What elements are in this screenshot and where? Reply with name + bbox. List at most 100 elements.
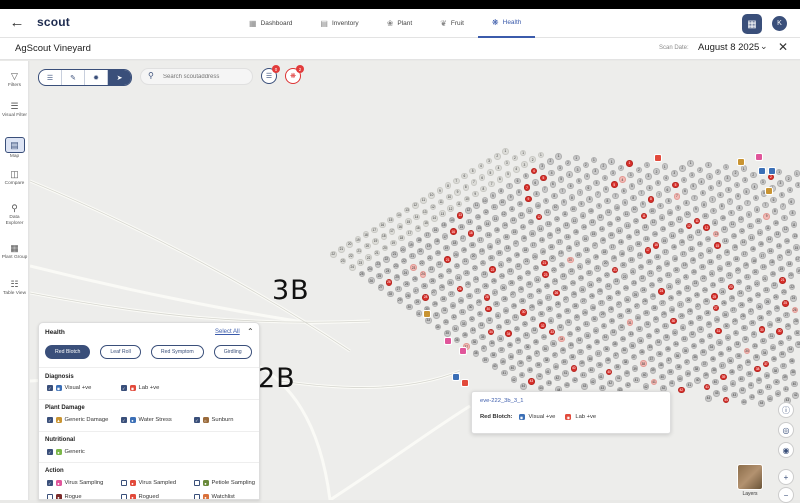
vine-dot[interactable]: 40 <box>492 363 499 370</box>
vine-dot[interactable]: 36 <box>674 352 681 359</box>
vine-dot[interactable]: 28 <box>572 303 579 310</box>
checkbox[interactable]: ✓ <box>47 385 53 391</box>
vine-dot[interactable]: 23 <box>446 268 453 275</box>
sidebar-item-visual-filter[interactable]: ☰Visual Filter <box>0 101 29 119</box>
vine-dot[interactable]: 22 <box>718 277 725 284</box>
vine-dot[interactable]: 19 <box>408 241 415 248</box>
vine-dot[interactable]: 22 <box>515 263 522 270</box>
vine-dot[interactable]: 16 <box>564 234 571 241</box>
vine-dot[interactable]: 26 <box>642 298 649 305</box>
vine-dot[interactable]: 34 <box>673 341 680 348</box>
vine-dot[interactable]: 28 <box>722 311 729 318</box>
vine-dot[interactable]: 26 <box>685 297 692 304</box>
vine-dot[interactable]: 28 <box>555 301 562 308</box>
vine-dot[interactable]: 30 <box>538 311 545 318</box>
vine-dot[interactable]: 6 <box>479 174 486 181</box>
vine-dot[interactable]: 29 <box>678 313 685 320</box>
vine-dot[interactable]: 31 <box>662 323 669 330</box>
vine-dot[interactable]: 12 <box>554 216 561 223</box>
vine-dot[interactable]: 30 <box>591 316 598 323</box>
vine-dot[interactable]: 22 <box>551 267 558 274</box>
vine-dot[interactable]: 23 <box>763 287 770 294</box>
vine-dot[interactable]: 16 <box>468 230 475 237</box>
vine-dot[interactable]: 15 <box>573 229 580 236</box>
vine-dot[interactable]: 33 <box>795 341 800 348</box>
vine-dot[interactable]: 20 <box>620 262 627 269</box>
vine-dot[interactable]: 24 <box>517 275 524 282</box>
vine-dot[interactable]: 34 <box>576 337 583 344</box>
vine-dot[interactable]: 5 <box>523 173 530 180</box>
vine-dot[interactable]: 3 <box>504 160 511 167</box>
vine-dot[interactable]: 37 <box>595 350 602 357</box>
vine-dot[interactable]: 1 <box>705 162 712 169</box>
vine-dot[interactable]: 19 <box>558 250 565 257</box>
vine-dot[interactable]: 17 <box>495 238 502 245</box>
vine-dot[interactable]: 28 <box>537 299 544 306</box>
vine-dot[interactable]: 19 <box>628 257 635 264</box>
vine-dot[interactable]: 34 <box>452 325 459 332</box>
vine-dot[interactable]: 22 <box>639 275 646 282</box>
vine-dot[interactable]: 18 <box>601 249 608 256</box>
vine-dot[interactable]: 32 <box>654 328 661 335</box>
vine-dot[interactable]: 31 <box>416 310 423 317</box>
vine-dot[interactable]: 29 <box>599 311 606 318</box>
close-icon[interactable]: ✕ <box>778 40 788 54</box>
vine-dot[interactable]: 8 <box>586 196 593 203</box>
vine-dot[interactable]: 13 <box>404 207 411 214</box>
vine-dot[interactable]: 23 <box>393 263 400 270</box>
vine-dot[interactable]: 29 <box>458 297 465 304</box>
option-sunburn[interactable]: ✓ ☼ Sunburn <box>194 417 233 423</box>
vine-dot[interactable]: 42 <box>607 380 614 387</box>
vine-dot[interactable]: 30 <box>467 304 474 311</box>
vine-dot[interactable]: 13 <box>695 229 702 236</box>
vine-dot[interactable]: 14 <box>555 227 562 234</box>
vine-dot[interactable]: 17 <box>741 251 748 258</box>
vine-dot[interactable]: 11 <box>491 204 498 211</box>
vine-dot[interactable]: 29 <box>397 297 404 304</box>
vine-dot[interactable]: 29 <box>643 310 650 317</box>
sidebar-item-plant-group[interactable]: ▦Plant Group <box>0 243 29 261</box>
vine-dot[interactable]: 15 <box>405 218 412 225</box>
chip-red-symptom[interactable]: Red Symptom <box>151 345 204 359</box>
vine-dot[interactable]: 27 <box>783 312 790 319</box>
vine-dot[interactable]: 27 <box>492 289 499 296</box>
vine-dot[interactable]: 2 <box>565 160 572 167</box>
chevron-up-icon[interactable]: ⌃ <box>247 327 254 336</box>
vine-dot[interactable]: 14 <box>537 225 544 232</box>
vine-dot[interactable]: 4 <box>619 176 626 183</box>
vine-dot[interactable]: 36 <box>454 337 461 344</box>
vine-dot[interactable]: 1 <box>608 158 615 165</box>
vine-dot[interactable]: 30 <box>635 314 642 321</box>
chip-leaf-roll[interactable]: Leaf Roll <box>100 345 140 359</box>
vine-dot[interactable]: 30 <box>741 325 748 332</box>
vine-dot[interactable]: 22 <box>472 265 479 272</box>
vine-dot[interactable]: 23 <box>357 259 364 266</box>
vine-dot[interactable]: 38 <box>640 360 647 367</box>
vine-dot[interactable]: 20 <box>549 255 556 262</box>
sidebar-item-table-view[interactable]: ☷Table View <box>0 279 29 297</box>
vine-dot[interactable]: 3 <box>760 179 767 186</box>
vine-dot[interactable]: 37 <box>498 347 505 354</box>
vine-dot[interactable]: 25 <box>650 293 657 300</box>
vine-dot[interactable]: 31 <box>644 321 651 328</box>
vine-dot[interactable]: 32 <box>593 327 600 334</box>
vine-dot[interactable]: 35 <box>735 353 742 360</box>
vine-dot[interactable]: 29 <box>511 303 518 310</box>
vine-dot[interactable]: 33 <box>496 324 503 331</box>
vine-dot[interactable]: 41 <box>598 373 605 380</box>
vine-dot[interactable]: 19 <box>611 255 618 262</box>
vine-dot[interactable]: 7 <box>656 191 663 198</box>
vine-dot[interactable]: 31 <box>512 314 519 321</box>
vine-dot[interactable]: 13 <box>439 210 446 217</box>
vine-dot[interactable]: 33 <box>716 339 723 346</box>
vine-dot[interactable]: 38 <box>658 362 665 369</box>
vine-dot[interactable]: 6 <box>603 186 610 193</box>
vine-dot[interactable]: 25 <box>579 286 586 293</box>
vine-dot[interactable]: 21 <box>683 274 690 281</box>
vine-dot[interactable]: 38 <box>473 350 480 357</box>
vine-dot[interactable]: 3 <box>557 165 564 172</box>
vine-dot[interactable]: 33 <box>584 332 591 339</box>
vine-dot[interactable]: 5 <box>611 181 618 188</box>
vine-dot[interactable]: 1 <box>741 165 748 172</box>
vine-dot[interactable]: 43 <box>749 394 756 401</box>
